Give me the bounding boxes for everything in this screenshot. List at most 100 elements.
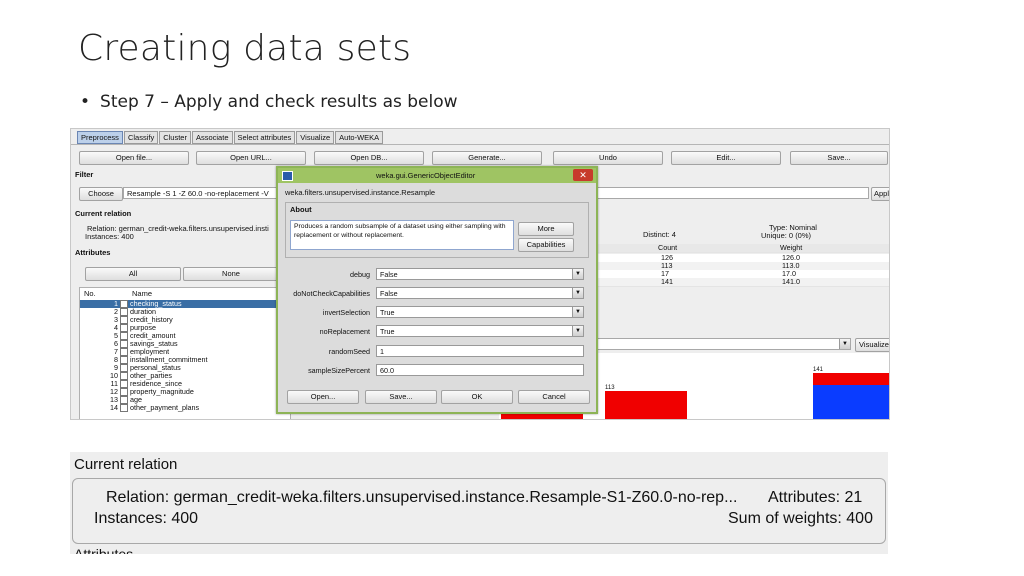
chevron-down-icon: ▼	[572, 269, 583, 279]
weight-cell: 141.0	[782, 277, 800, 286]
class-select[interactable]: ▼	[595, 338, 851, 350]
debug-value: False	[380, 270, 398, 279]
zoom-attributes-count: Attributes: 21	[768, 489, 863, 506]
random-seed-input[interactable]: 1	[376, 345, 584, 357]
attr-checkbox[interactable]	[120, 356, 128, 364]
open-url-button[interactable]: Open URL...	[196, 151, 306, 165]
column-no: No.	[84, 289, 96, 298]
histogram-bar	[605, 391, 687, 419]
attribute-row[interactable]: 14 other_payment_plans	[80, 404, 290, 412]
open-file-button[interactable]: Open file...	[79, 151, 189, 165]
attr-checkbox[interactable]	[120, 388, 128, 396]
attr-no: 8	[114, 355, 118, 364]
ok-button[interactable]: OK	[441, 390, 513, 404]
tab-visualize[interactable]: Visualize	[296, 131, 335, 144]
dialog-save-button[interactable]: Save...	[365, 390, 437, 404]
choose-button[interactable]: Choose	[79, 187, 123, 201]
java-app-icon	[282, 171, 293, 181]
no-replacement-value: True	[380, 327, 395, 336]
zoom-sum-weights: Sum of weights: 400	[728, 510, 873, 527]
about-label: About	[290, 205, 312, 214]
attr-checkbox[interactable]	[120, 364, 128, 372]
attr-checkbox[interactable]	[120, 348, 128, 356]
attr-checkbox[interactable]	[120, 324, 128, 332]
attribute-row[interactable]: 4 purpose	[80, 324, 290, 332]
generate-button[interactable]: Generate...	[432, 151, 542, 165]
select-none-button[interactable]: None	[183, 267, 279, 281]
chevron-down-icon: ▼	[839, 339, 850, 349]
do-not-check-capabilities-select[interactable]: False ▼	[376, 287, 584, 299]
invert-selection-value: True	[380, 308, 395, 317]
visualize-all-button[interactable]: Visualize	[855, 338, 889, 352]
tab-preprocess[interactable]: Preprocess	[77, 131, 123, 144]
attr-no: 4	[114, 323, 118, 332]
attr-checkbox[interactable]	[120, 340, 128, 348]
attr-checkbox[interactable]	[120, 300, 128, 308]
open-button[interactable]: Open...	[287, 390, 359, 404]
tab-auto-weka[interactable]: Auto-WEKA	[335, 131, 384, 144]
invert-selection-select[interactable]: True ▼	[376, 306, 584, 318]
do-not-check-value: False	[380, 289, 398, 298]
tab-associate[interactable]: Associate	[191, 131, 233, 144]
more-button[interactable]: More	[518, 222, 574, 236]
histogram-bar-segment	[813, 373, 889, 385]
histogram-bar-segment	[813, 385, 889, 419]
prop-label-no-replacement: noReplacement	[319, 327, 370, 336]
attribute-row[interactable]: 2 duration	[80, 308, 290, 316]
attr-checkbox[interactable]	[120, 308, 128, 316]
weight-header: Weight	[780, 243, 803, 252]
undo-button[interactable]: Undo	[553, 151, 663, 165]
apply-button[interactable]: Apply	[871, 187, 889, 201]
tab-cluster[interactable]: Cluster	[159, 131, 191, 144]
attr-checkbox[interactable]	[120, 396, 128, 404]
column-name: Name	[132, 289, 153, 298]
prop-label-random-seed: randomSeed	[328, 347, 370, 356]
attr-checkbox[interactable]	[120, 316, 128, 324]
tab-select-attributes[interactable]: Select attributes	[233, 131, 296, 144]
tab-classify[interactable]: Classify	[123, 131, 159, 144]
sample-size-percent-input[interactable]: 60.0	[376, 364, 584, 376]
dialog-title: weka.gui.GenericObjectEditor	[376, 171, 476, 180]
attr-no: 2	[114, 307, 118, 316]
dialog-titlebar[interactable]: weka.gui.GenericObjectEditor ✕	[278, 168, 596, 183]
capabilities-button[interactable]: Capabilities	[518, 238, 574, 252]
prop-label-invert-selection: invertSelection	[322, 308, 370, 317]
current-relation-zoom: Current relation Relation: german_credit…	[70, 452, 888, 554]
attribute-row[interactable]: 6 savings_status	[80, 340, 290, 348]
attr-checkbox[interactable]	[120, 332, 128, 340]
distinct-text: Distinct: 4	[643, 230, 676, 239]
no-replacement-select[interactable]: True ▼	[376, 325, 584, 337]
chevron-down-icon: ▼	[572, 326, 583, 336]
attr-checkbox[interactable]	[120, 404, 128, 412]
close-icon[interactable]: ✕	[573, 169, 593, 181]
attr-no: 5	[114, 331, 118, 340]
cancel-button[interactable]: Cancel	[518, 390, 590, 404]
current-relation-label: Current relation	[75, 209, 132, 218]
attribute-row[interactable]: 5 credit_amount	[80, 332, 290, 340]
attr-checkbox[interactable]	[120, 372, 128, 380]
attribute-row[interactable]: 1 checking_status	[80, 300, 290, 308]
save-button[interactable]: Save...	[790, 151, 888, 165]
tab-bar: Preprocess Classify Cluster Associate Se…	[77, 131, 384, 144]
open-db-button[interactable]: Open DB...	[314, 151, 424, 165]
count-header: Count	[658, 243, 678, 252]
attr-checkbox[interactable]	[120, 380, 128, 388]
attr-name: other_payment_plans	[130, 403, 200, 412]
slide-title: Creating data sets	[78, 28, 412, 69]
debug-select[interactable]: False ▼	[376, 268, 584, 280]
toolbar: Open file... Open URL... Open DB... Gene…	[79, 151, 889, 165]
about-description: Produces a random subsample of a dataset…	[290, 220, 514, 250]
edit-button[interactable]: Edit...	[671, 151, 781, 165]
prop-label-do-not-check: doNotCheckCapabilities	[293, 289, 370, 298]
attribute-row[interactable]: 8 installment_commitment	[80, 356, 290, 364]
tab-divider	[71, 144, 889, 145]
attribute-row[interactable]: 3 credit_history	[80, 316, 290, 324]
select-all-button[interactable]: All	[85, 267, 181, 281]
zoom-attributes-cutoff: Attributes	[74, 546, 134, 554]
instances-text: Instances: 400	[85, 232, 134, 241]
filter-class-name: weka.filters.unsupervised.instance.Resam…	[285, 188, 436, 197]
chevron-down-icon: ▼	[572, 307, 583, 317]
bullet-text: Step 7 – Apply and check results as belo…	[100, 92, 458, 112]
zoom-instances-text: Instances: 400	[94, 510, 199, 527]
attr-no: 7	[114, 347, 118, 356]
